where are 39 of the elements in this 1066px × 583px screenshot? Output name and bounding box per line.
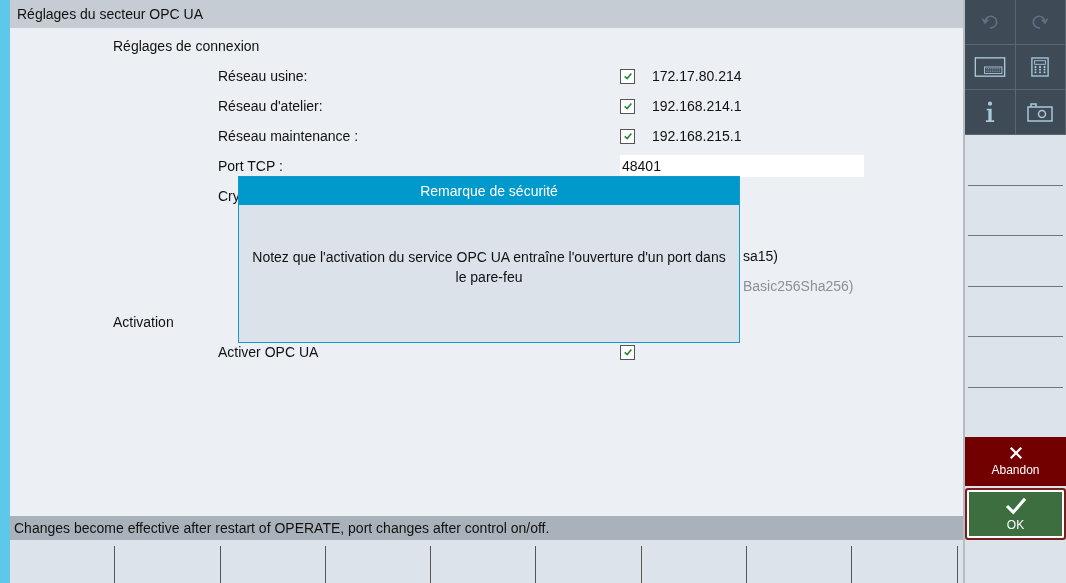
option-text: Basic256Sha256) bbox=[743, 278, 854, 294]
status-bar: Changes become effective after restart of OPERATE, port changes after control on/off. bbox=[10, 516, 963, 540]
ip-address: 192.168.215.1 bbox=[652, 128, 742, 144]
keyboard-button[interactable] bbox=[965, 45, 1016, 90]
dialog-title: Remarque de sécurité bbox=[239, 177, 739, 205]
camera-icon bbox=[1027, 102, 1054, 122]
section-heading: Réglages de connexion bbox=[113, 38, 260, 54]
checkmark-icon bbox=[622, 71, 633, 81]
field-label: Activer OPC UA bbox=[218, 344, 319, 360]
checkmark-icon bbox=[622, 131, 633, 141]
checkbox[interactable] bbox=[620, 98, 635, 114]
ok-button[interactable]: OK bbox=[965, 488, 1066, 540]
field-label: Réseau d'atelier: bbox=[218, 98, 323, 114]
undo-icon bbox=[979, 12, 1000, 32]
info-icon bbox=[984, 100, 995, 124]
checkbox[interactable] bbox=[620, 68, 635, 84]
cancel-button[interactable]: Abandon bbox=[965, 437, 1066, 486]
checkmark-icon bbox=[1004, 496, 1027, 515]
checkmark-icon bbox=[622, 347, 633, 357]
field-label: Port TCP : bbox=[218, 158, 283, 174]
window-title: Réglages du secteur OPC UA bbox=[10, 0, 963, 28]
close-icon bbox=[1008, 446, 1023, 460]
calculator-button[interactable] bbox=[1015, 45, 1066, 90]
ip-address: 192.168.214.1 bbox=[652, 98, 742, 114]
field-label: Réseau usine: bbox=[218, 68, 308, 84]
info-button[interactable] bbox=[965, 90, 1016, 135]
keyboard-icon bbox=[973, 56, 1006, 78]
option-text: sa15) bbox=[743, 248, 779, 264]
checkbox[interactable] bbox=[620, 128, 635, 144]
ip-address: 172.17.80.214 bbox=[652, 68, 742, 84]
port-input[interactable]: 48401 bbox=[620, 155, 864, 177]
redo-icon bbox=[1030, 12, 1051, 32]
field-label: Réseau maintenance : bbox=[218, 128, 359, 144]
camera-button[interactable] bbox=[1015, 90, 1066, 135]
checkmark-icon bbox=[622, 101, 633, 111]
checkbox[interactable] bbox=[620, 344, 635, 360]
section-heading: Activation bbox=[113, 314, 174, 330]
dialog-message: Notez que l'activation du service OPC UA entraîne l'ouverture d'un port dans le pare-feu bbox=[251, 247, 727, 287]
calculator-icon bbox=[1031, 57, 1050, 77]
